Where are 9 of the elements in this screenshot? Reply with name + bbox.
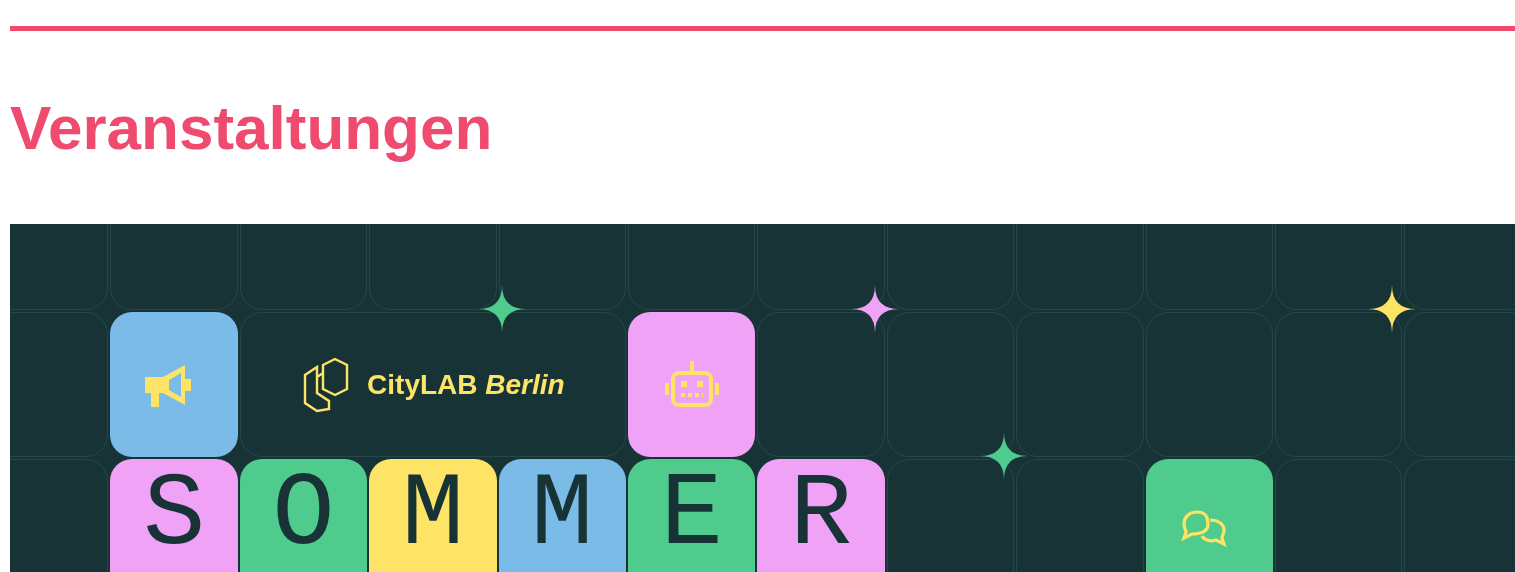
letter-tile: R: [757, 459, 885, 572]
letter-tile: M: [498, 459, 626, 572]
letter-tile: M: [369, 459, 497, 572]
letter-tile: S: [110, 459, 238, 572]
robot-icon: [662, 360, 721, 409]
logo-text: CityLAB Berlin: [367, 367, 565, 402]
letter-tile: O: [239, 459, 368, 572]
page-heading: Veranstaltungen: [10, 93, 493, 163]
letter-tile: E: [627, 459, 756, 572]
